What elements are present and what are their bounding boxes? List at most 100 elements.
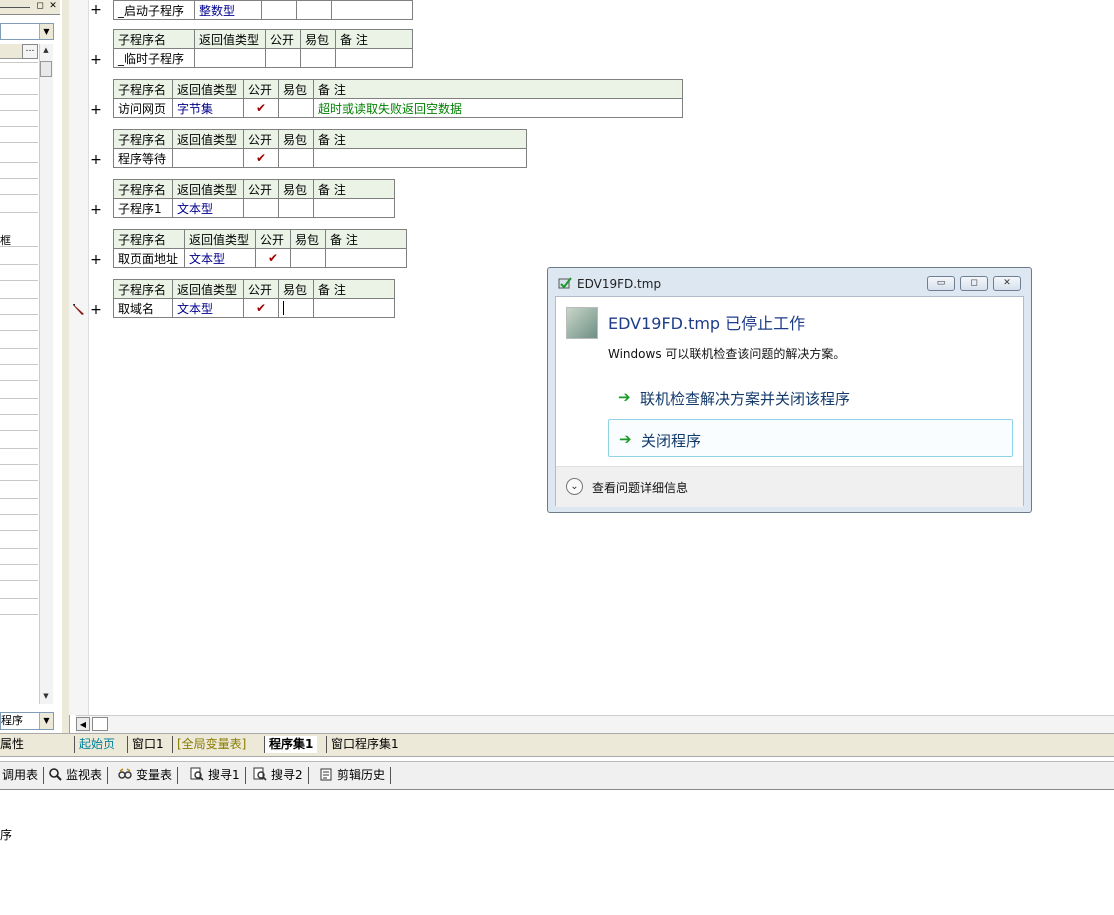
column-header: 备 注 [313,179,395,199]
remark-cell[interactable] [313,198,395,218]
sub-name-cell[interactable]: 子程序1 [113,198,173,218]
scroll-thumb[interactable] [40,61,52,77]
easy-pack-cell[interactable] [290,248,326,268]
sub-name-cell[interactable]: 程序等待 [113,148,173,168]
expand-icon[interactable]: + [90,52,102,68]
easy-pack-cell[interactable] [278,148,314,168]
expand-icon[interactable]: + [90,252,102,268]
maximize-button[interactable]: ◻ [960,276,988,291]
column-header: 返回值类型 [194,29,266,49]
return-type-cell[interactable] [172,148,244,168]
chevron-down-icon[interactable]: ▼ [39,24,53,39]
return-type-cell[interactable] [194,48,266,68]
public-cell[interactable]: ✔ [243,298,279,318]
remark-cell[interactable] [335,48,413,68]
return-type-cell[interactable]: 字节集 [172,98,244,118]
easy-pack-cell[interactable] [278,98,314,118]
chevron-down-icon[interactable]: ▼ [39,713,53,729]
dialog-subtext: Windows 可以联机检查该问题的解决方案。 [608,347,846,361]
table-row[interactable]: 取页面地址 文本型 ✔ [113,248,407,268]
tab-global-vars[interactable]: [全局变量表] [172,736,250,753]
column-header: 子程序名 [113,79,173,99]
sub-name-cell[interactable]: _临时子程序 [113,48,195,68]
close-program-button[interactable]: ➔ 关闭程序 [608,419,1013,457]
command-label: 关闭程序 [641,432,702,450]
sub-name-cell[interactable]: _启动子程序 [113,0,195,20]
horizontal-scrollbar[interactable]: ◀ [76,715,1114,733]
expand-icon[interactable]: + [90,302,102,318]
view-details-link[interactable]: 查看问题详细信息 [592,479,688,496]
expand-icon[interactable]: + [90,2,102,18]
tool-clip-history[interactable]: 剪辑历史 [319,767,392,784]
return-type-cell[interactable]: 文本型 [172,298,244,318]
table-row[interactable]: 程序等待 ✔ [113,148,527,168]
expand-icon[interactable]: + [90,102,102,118]
table-row[interactable]: 子程序1 文本型 [113,198,395,218]
chevron-down-icon[interactable]: ⌄ [566,478,583,495]
close-icon[interactable]: ✕ [48,1,58,11]
table-row[interactable]: _启动子程序 整数型 [113,0,413,20]
column-header: 子程序名 [113,179,173,199]
property-scrollbar[interactable]: ▲ ▼ [39,44,53,704]
object-selector[interactable]: ▼ [0,23,54,40]
column-header: 公开 [265,29,301,49]
return-type-cell[interactable]: 文本型 [184,248,256,268]
easy-pack-cell[interactable] [300,48,336,68]
public-cell[interactable]: ✔ [255,248,291,268]
table-header: 子程序名 返回值类型 公开 易包 备 注 [113,229,407,249]
public-cell[interactable] [261,0,297,20]
scroll-up-icon[interactable]: ▲ [40,44,52,56]
remark-cell[interactable] [325,248,407,268]
panel-grip[interactable] [0,7,30,8]
output-text: 序 [0,828,13,842]
scroll-down-icon[interactable]: ▼ [40,690,52,702]
search-list-icon [253,767,267,781]
tab-window-program-set1[interactable]: 窗口程序集1 [326,736,403,753]
public-cell[interactable]: ✔ [243,98,279,118]
remark-cell[interactable] [313,148,527,168]
sub-name-cell[interactable]: 访问网页 [113,98,173,118]
property-row-divider [0,548,38,549]
easy-pack-cell[interactable] [278,298,314,318]
event-selector[interactable]: 程序 ▼ [0,712,54,730]
table-row[interactable]: 取域名 文本型 ✔ [113,298,395,318]
table-row[interactable]: _临时子程序 [113,48,413,68]
return-type-cell[interactable]: 整数型 [194,0,262,20]
tab-program-set1[interactable]: 程序集1 [264,736,318,753]
tool-variable-table[interactable]: 变量表 [118,767,179,784]
table-row[interactable]: 访问网页 字节集 ✔ 超时或读取失败返回空数据 [113,98,683,118]
remark-cell[interactable] [313,298,395,318]
command-label: 联机检查解决方案并关闭该程序 [640,390,851,408]
table-header: 子程序名 返回值类型 公开 易包 备 注 [113,79,683,99]
tab-start-page[interactable]: 起始页 [74,736,119,753]
remark-cell[interactable] [331,0,413,20]
scroll-left-icon[interactable]: ◀ [76,717,90,731]
tool-search1[interactable]: 搜寻1 [190,767,246,784]
scroll-thumb[interactable] [92,717,108,731]
expand-icon[interactable]: + [90,152,102,168]
tool-call-table[interactable]: 调用表 [2,767,45,784]
more-button[interactable]: … [22,44,38,59]
debug-toolbar: 调用表 监视表 变量表 搜寻1 搜寻2 剪辑历史 [0,761,1114,790]
public-cell[interactable]: ✔ [243,148,279,168]
public-cell[interactable] [243,198,279,218]
public-cell[interactable] [265,48,301,68]
tab-window1[interactable]: 窗口1 [127,736,168,753]
restore-icon[interactable]: ◻ [35,1,45,11]
arrow-right-icon: ➔ [619,430,632,448]
remark-cell[interactable]: 超时或读取失败返回空数据 [313,98,683,118]
tool-watch-table[interactable]: 监视表 [48,767,109,784]
return-type-cell[interactable]: 文本型 [172,198,244,218]
close-button[interactable]: ✕ [993,276,1021,291]
expand-icon[interactable]: + [90,202,102,218]
tab-properties[interactable]: 属性 [0,736,32,753]
check-online-button[interactable]: ➔ 联机检查解决方案并关闭该程序 [608,378,1013,416]
tool-search2[interactable]: 搜寻2 [253,767,309,784]
sub-name-cell[interactable]: 取域名 [113,298,173,318]
minimize-button[interactable]: ▭ [927,276,955,291]
column-header: 易包 [278,129,314,149]
dialog-titlebar[interactable]: EDV19FD.tmp ▭ ◻ ✕ [548,268,1031,296]
sub-name-cell[interactable]: 取页面地址 [113,248,185,268]
easy-pack-cell[interactable] [278,198,314,218]
easy-pack-cell[interactable] [296,0,332,20]
